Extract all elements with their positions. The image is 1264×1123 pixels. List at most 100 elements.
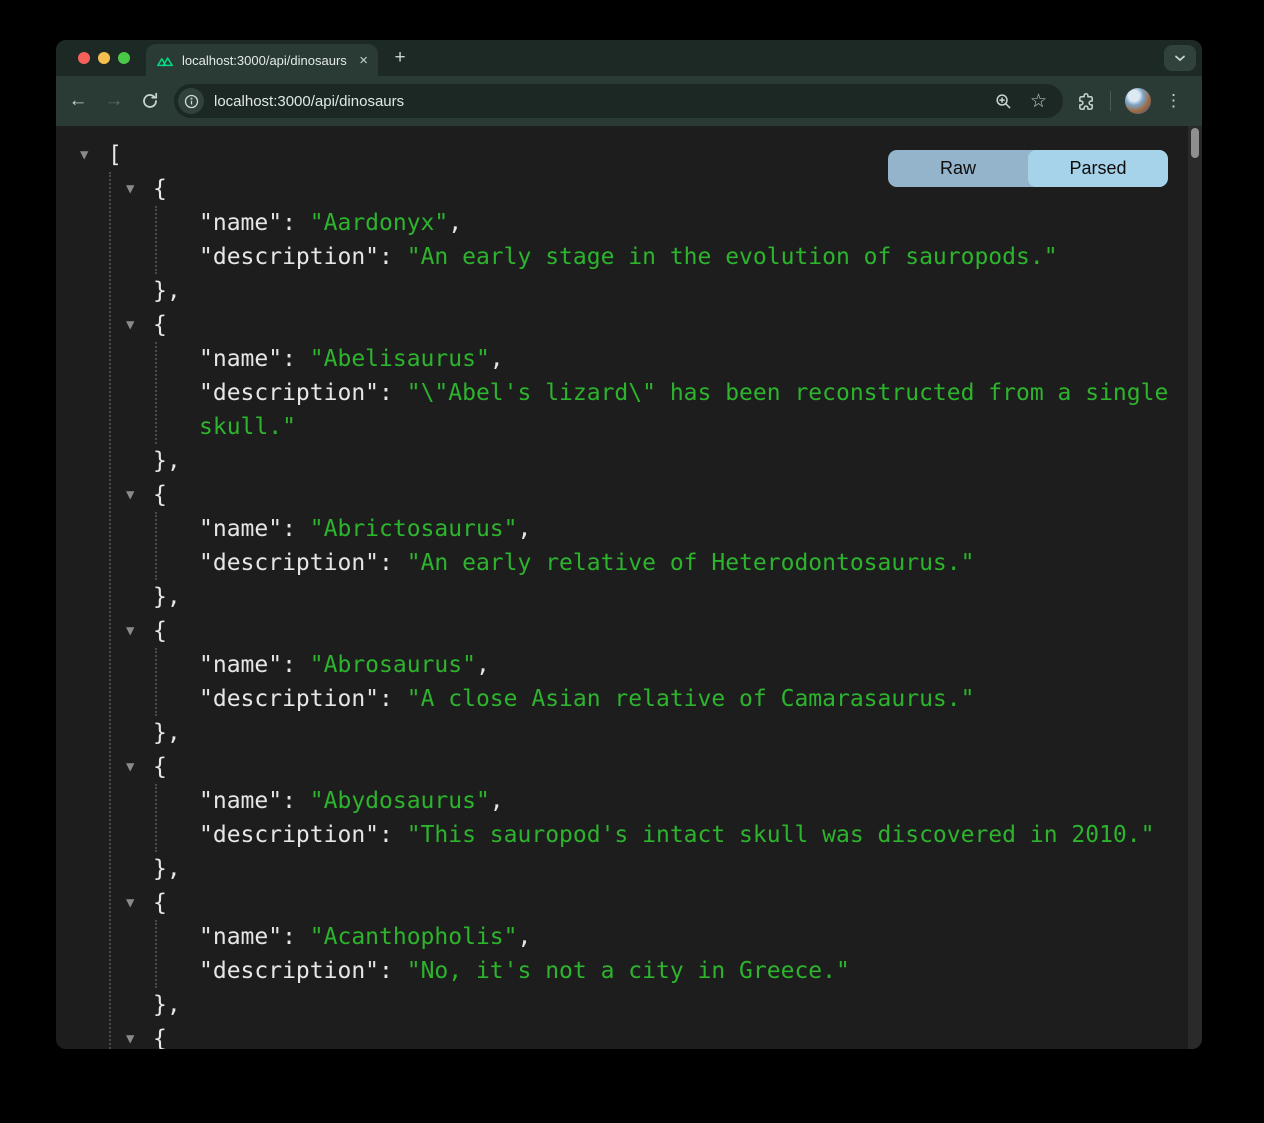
json-punctuation: { xyxy=(153,312,167,338)
json-line: }, xyxy=(56,988,1188,1022)
json-value: "Abydosaurus" xyxy=(310,788,490,814)
json-line: ▼{ xyxy=(56,886,1188,920)
json-punctuation: { xyxy=(153,482,167,508)
collapse-triangle-icon[interactable]: ▼ xyxy=(126,614,134,648)
raw-button[interactable]: Raw xyxy=(888,150,1028,187)
tab-strip: localhost:3000/api/dinosaurs × + xyxy=(56,40,1202,76)
json-line: ▼{ xyxy=(56,750,1188,784)
scrollbar-thumb[interactable] xyxy=(1191,128,1199,158)
url-text: localhost:3000/api/dinosaurs xyxy=(214,93,995,110)
close-tab-icon[interactable]: × xyxy=(359,53,368,68)
tab-search-button[interactable] xyxy=(1164,45,1196,71)
json-punctuation: { xyxy=(153,1026,167,1049)
json-value: "This sauropod's intact skull was discov… xyxy=(407,822,1155,848)
fullscreen-window-button[interactable] xyxy=(118,52,130,64)
json-value: "Acanthopholis" xyxy=(310,924,518,950)
collapse-triangle-icon[interactable]: ▼ xyxy=(126,478,134,512)
json-entry: ▼{"name": "Abrictosaurus","description":… xyxy=(56,478,1188,614)
json-line: "description": "No, it's not a city in G… xyxy=(56,954,1170,988)
json-punctuation: }, xyxy=(153,448,181,474)
json-line: }, xyxy=(56,274,1188,308)
json-entry: ▼{ xyxy=(56,1022,1188,1049)
browser-toolbar: ← → localhost:3000/api/dinosaurs xyxy=(56,76,1202,126)
collapse-triangle-icon[interactable]: ▼ xyxy=(126,886,134,920)
json-value: "A close Asian relative of Camarasaurus.… xyxy=(407,686,975,712)
json-line: "description": "An early relative of Het… xyxy=(56,546,1170,580)
json-tree: ▼[▼{"name": "Aardonyx","description": "A… xyxy=(56,126,1188,1049)
json-punctuation: "name": xyxy=(199,652,310,678)
bookmark-star-icon[interactable]: ☆ xyxy=(1030,92,1047,111)
page-zoom-icon[interactable] xyxy=(995,93,1012,110)
json-punctuation: , xyxy=(490,346,504,372)
json-punctuation: "description": xyxy=(199,822,407,848)
forward-icon: → xyxy=(96,90,132,112)
json-line: "name": "Abelisaurus", xyxy=(56,342,1170,376)
json-punctuation: "name": xyxy=(199,924,310,950)
json-punctuation: }, xyxy=(153,584,181,610)
json-line: }, xyxy=(56,580,1188,614)
json-entry: ▼{"name": "Acanthopholis","description":… xyxy=(56,886,1188,1022)
json-line: "name": "Abrictosaurus", xyxy=(56,512,1170,546)
profile-avatar[interactable] xyxy=(1125,88,1151,114)
nuxt-favicon-icon xyxy=(156,54,174,67)
json-punctuation: "description": xyxy=(199,550,407,576)
browser-window: localhost:3000/api/dinosaurs × + ← → xyxy=(56,40,1202,1049)
json-punctuation: }, xyxy=(153,856,181,882)
tab-localhost-dinosaurs[interactable]: localhost:3000/api/dinosaurs × xyxy=(146,44,378,76)
new-tab-button[interactable]: + xyxy=(388,46,412,70)
raw-parsed-toggle: Raw Parsed xyxy=(888,150,1168,187)
json-line: "description": "An early stage in the ev… xyxy=(56,240,1170,274)
json-punctuation: "name": xyxy=(199,346,310,372)
extensions-puzzle-icon[interactable] xyxy=(1077,92,1096,111)
json-line: "description": "This sauropod's intact s… xyxy=(56,818,1170,852)
json-line: "name": "Acanthopholis", xyxy=(56,920,1170,954)
json-punctuation: , xyxy=(448,210,462,236)
json-punctuation: "description": xyxy=(199,244,407,270)
json-punctuation: "name": xyxy=(199,788,310,814)
json-line: "name": "Abrosaurus", xyxy=(56,648,1170,682)
site-info-icon[interactable] xyxy=(178,88,204,114)
json-punctuation: "description": xyxy=(199,380,407,406)
json-value: "Aardonyx" xyxy=(310,210,448,236)
close-window-button[interactable] xyxy=(78,52,90,64)
parsed-button[interactable]: Parsed xyxy=(1028,150,1168,187)
json-punctuation: "name": xyxy=(199,210,310,236)
collapse-triangle-icon[interactable]: ▼ xyxy=(126,750,134,784)
toolbar-divider xyxy=(1110,91,1111,111)
json-line: }, xyxy=(56,716,1188,750)
json-punctuation: , xyxy=(476,652,490,678)
json-value: "Abelisaurus" xyxy=(310,346,490,372)
json-punctuation: "description": xyxy=(199,958,407,984)
json-line: }, xyxy=(56,852,1188,886)
address-bar[interactable]: localhost:3000/api/dinosaurs ☆ xyxy=(174,84,1063,118)
json-punctuation: { xyxy=(153,890,167,916)
collapse-triangle-icon[interactable]: ▼ xyxy=(126,308,134,342)
json-value: "An early relative of Heterodontosaurus.… xyxy=(407,550,975,576)
minimize-window-button[interactable] xyxy=(98,52,110,64)
collapse-triangle-icon[interactable]: ▼ xyxy=(126,172,134,206)
json-value: "An early stage in the evolution of saur… xyxy=(407,244,1058,270)
back-icon[interactable]: ← xyxy=(60,90,96,112)
json-entry: ▼{ "name": "Abydosaurus", "description": "… xyxy=(56,750,1188,886)
tab-title: localhost:3000/api/dinosaurs xyxy=(182,53,351,68)
json-punctuation: , xyxy=(490,788,504,814)
json-punctuation: { xyxy=(153,618,167,644)
json-punctuation: , xyxy=(518,516,532,542)
json-entry: ▼{"name": "Abelisaurus","description": "… xyxy=(56,308,1188,478)
json-entry: ▼{"name": "Aardonyx","description": "An … xyxy=(56,172,1188,308)
json-line: ▼{ xyxy=(56,478,1188,512)
json-punctuation: }, xyxy=(153,720,181,746)
json-value: "Abrosaurus" xyxy=(310,652,476,678)
json-value: "No, it's not a city in Greece." xyxy=(407,958,850,984)
collapse-triangle-icon[interactable]: ▼ xyxy=(126,1022,134,1049)
json-line: ▼{ xyxy=(56,308,1188,342)
reload-icon[interactable] xyxy=(132,92,168,110)
vertical-scrollbar[interactable] xyxy=(1188,126,1202,1049)
browser-menu-icon[interactable]: ⋮ xyxy=(1165,91,1182,111)
json-line: "description": "A close Asian relative o… xyxy=(56,682,1170,716)
collapse-triangle-icon[interactable]: ▼ xyxy=(80,138,88,172)
json-punctuation: , xyxy=(518,924,532,950)
json-punctuation: "name": xyxy=(199,516,310,542)
json-entry: ▼{"name": "Abrosaurus","description": "A… xyxy=(56,614,1188,750)
chevron-down-icon xyxy=(1174,54,1186,62)
